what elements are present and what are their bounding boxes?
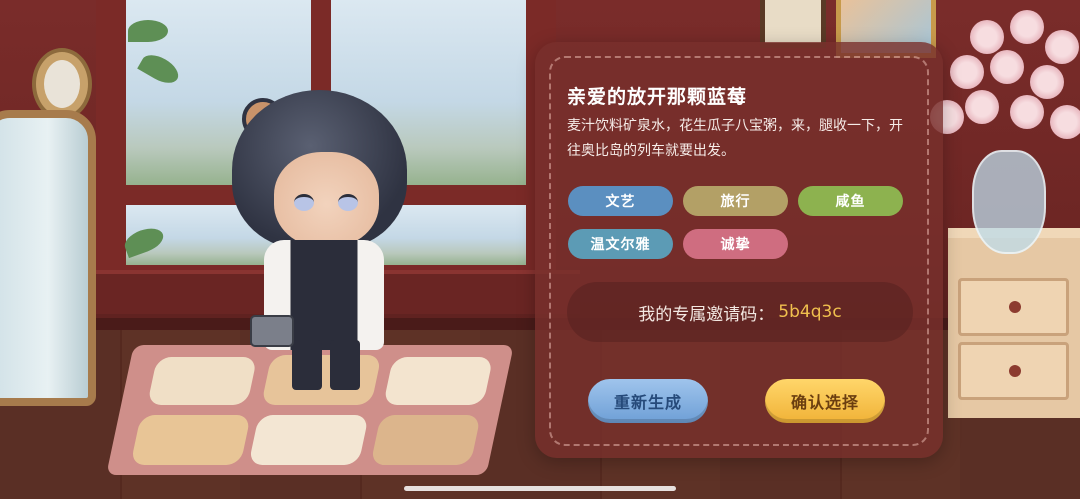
avatar-eye — [294, 194, 314, 211]
avatar-face — [274, 152, 379, 247]
avatar-eye — [338, 194, 358, 211]
avatar-leg — [292, 340, 322, 390]
invite-code-box: 我的专属邀请码： 5b4q3c — [567, 282, 913, 342]
tag-chip[interactable]: 温文尔雅 — [568, 229, 673, 259]
camera-icon — [250, 315, 294, 347]
dresser-drawer — [958, 278, 1069, 336]
profile-card: 亲爱的放开那颗蓝莓 麦汁饮料矿泉水，花生瓜子八宝粥，来，腿收一下，开往奥比岛的列… — [535, 42, 943, 458]
tag-list: 文艺 旅行 咸鱼 温文尔雅 诚挚 — [568, 186, 913, 259]
invite-code-value: 5b4q3c — [778, 302, 842, 322]
confirm-selection-button[interactable]: 确认选择 — [765, 379, 885, 423]
regenerate-button[interactable]: 重新生成 — [588, 379, 708, 423]
pink-flowers — [920, 10, 1080, 170]
signature-text: 麦汁饮料矿泉水，花生瓜子八宝粥，来，腿收一下，开往奥比岛的列车就要出发。 — [567, 118, 903, 159]
tag-chip[interactable]: 旅行 — [683, 186, 788, 216]
dresser — [948, 228, 1080, 418]
tag-chip[interactable]: 文艺 — [568, 186, 673, 216]
player-avatar — [212, 90, 422, 390]
paw-print-frame — [760, 0, 826, 48]
standing-mirror — [0, 110, 96, 406]
nickname: 亲爱的放开那颗蓝莓 — [567, 86, 748, 108]
avatar-leg — [330, 340, 360, 390]
dresser-drawer — [958, 342, 1069, 400]
plant-leaf — [128, 20, 168, 42]
invite-code-label: 我的专属邀请码： — [638, 304, 775, 325]
drawer-knob — [1009, 365, 1021, 377]
tag-chip[interactable]: 诚挚 — [683, 229, 788, 259]
home-indicator[interactable] — [404, 486, 676, 491]
tag-chip[interactable]: 咸鱼 — [798, 186, 903, 216]
drawer-knob — [1009, 301, 1021, 313]
